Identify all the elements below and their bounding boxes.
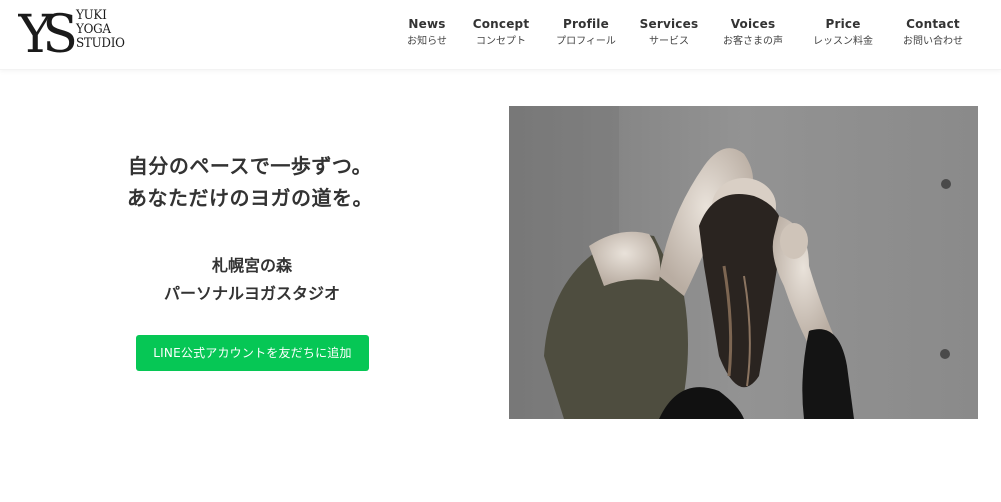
nav-label-ja: コンセプト <box>476 36 526 47</box>
nav-item-price[interactable]: Price レッスン料金 <box>808 16 878 56</box>
hero-photo <box>509 106 978 419</box>
studio-type: パーソナルヨガスタジオ <box>163 284 340 303</box>
line-add-friend-button[interactable]: LINE公式アカウントを友だちに追加 <box>136 335 369 371</box>
nav-label-ja: レッスン料金 <box>813 36 873 47</box>
hero-catchcopy: 自分のペースで一歩ずつ。 あなただけのヨガの道を。 <box>100 150 400 214</box>
nav-item-profile[interactable]: Profile プロフィール <box>550 16 622 56</box>
nav-label-en: Contact <box>906 17 960 31</box>
nav-label-en: Services <box>639 17 699 31</box>
nav-label-en: Profile <box>563 17 609 31</box>
yoga-pose-image <box>509 106 978 419</box>
catch-line-2: あなただけのヨガの道を。 <box>127 186 373 210</box>
nav-label-ja: プロフィール <box>556 36 616 47</box>
nav-label-ja: お客さまの声 <box>723 36 783 47</box>
nav-label-en: Concept <box>472 17 530 31</box>
nav-item-contact[interactable]: Contact お問い合わせ <box>898 16 968 56</box>
nav-label-ja: お問い合わせ <box>903 36 963 47</box>
nav-item-news[interactable]: News お知らせ <box>398 16 456 56</box>
nav-label-ja: サービス <box>649 36 689 47</box>
nav-label-ja: お知らせ <box>407 36 447 47</box>
site-header: YS YUKI YOGA STUDIO News お知らせ Concept コン… <box>0 0 1001 70</box>
nav-item-services[interactable]: Services サービス <box>636 16 702 56</box>
main-nav: News お知らせ Concept コンセプト Profile プロフィール S… <box>0 16 1001 56</box>
nav-label-en: Price <box>825 17 861 31</box>
nav-label-en: News <box>408 17 446 31</box>
nav-item-voices[interactable]: Voices お客さまの声 <box>718 16 788 56</box>
nav-label-en: Voices <box>730 17 776 31</box>
catch-line-1: 自分のペースで一歩ずつ。 <box>127 154 373 178</box>
studio-name: 札幌宮の森 パーソナルヨガスタジオ <box>100 252 404 308</box>
studio-location: 札幌宮の森 <box>211 256 292 275</box>
nav-item-concept[interactable]: Concept コンセプト <box>468 16 534 56</box>
